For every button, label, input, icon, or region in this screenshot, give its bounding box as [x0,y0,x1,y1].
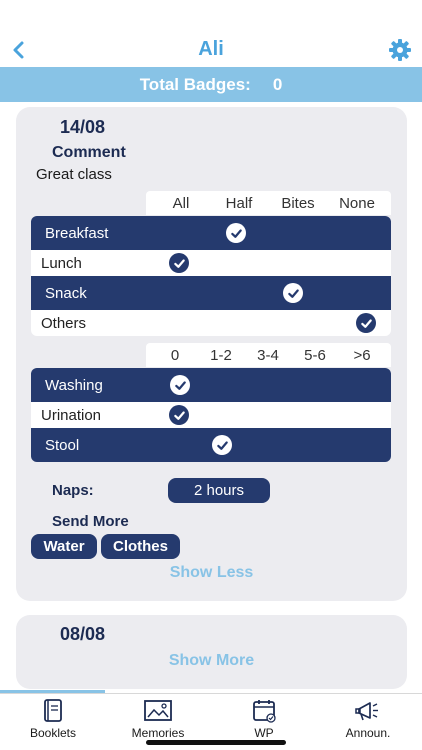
booklet-icon [44,699,62,722]
hygiene-row-label: Urination [41,406,102,424]
check-icon [356,313,376,333]
meal-row-label: Breakfast [45,224,109,242]
check-icon [226,223,246,243]
total-badges-bar: Total Badges: 0 [0,67,422,102]
meal-row-label: Lunch [41,254,82,272]
tab-label: Announ. [345,726,391,740]
total-badges-label: Total Badges: [139,74,251,94]
page-title: Ali [198,38,224,60]
tab-memories[interactable]: Memories [113,698,203,740]
send-more-clothes-chip: Clothes [101,534,180,559]
check-icon [169,405,189,425]
navbar: Ali [0,0,422,67]
check-icon [170,375,190,395]
meals-header: All Half Bites None [146,191,391,215]
meals-table: Breakfast Lunch Snack Others [31,216,391,336]
hygiene-col-gt6: >6 [353,347,371,364]
show-more-link[interactable]: Show More [16,652,407,670]
meal-row-label: Others [41,314,87,332]
home-indicator [146,740,286,745]
tab-booklets[interactable]: Booklets [8,698,98,740]
calendar-icon [253,700,276,723]
meals-col-all: All [172,195,190,212]
check-icon [283,283,303,303]
hygiene-table: Washing Urination Stool [31,368,391,462]
meals-col-bites: Bites [281,195,315,212]
meal-row-lunch[interactable]: Lunch [31,250,391,276]
comment-label: Comment [52,144,126,161]
tab-label: Memories [131,726,185,740]
hygiene-header: 0 1-2 3-4 5-6 >6 [146,343,391,367]
send-more-label: Send More [52,513,129,530]
entry-date: 08/08 [60,624,106,644]
tab-wp[interactable]: WP [219,698,309,740]
meals-col-none: None [339,195,375,212]
hygiene-row-washing[interactable]: Washing [31,368,391,402]
check-icon [212,435,232,455]
tab-label: WP [254,726,274,740]
meal-row-others[interactable]: Others [31,310,391,336]
hygiene-row-label: Washing [45,376,103,394]
hygiene-row-stool[interactable]: Stool [31,428,391,462]
photo-icon [144,700,172,721]
megaphone-icon [355,702,378,721]
naps-value: 2 hours [168,478,270,503]
hygiene-row-label: Stool [45,436,80,454]
naps-label: Naps: [52,482,94,499]
gear-icon [389,39,411,61]
entry-date: 14/08 [60,117,106,137]
entry-card: 14/08 Comment Great class All Half Bites… [16,107,407,601]
show-less-link[interactable]: Show Less [16,564,407,582]
comment-text: Great class [36,166,112,183]
send-more-water-chip: Water [31,534,97,559]
meal-row-label: Snack [45,284,87,302]
entry-card: 08/08 Show More [16,615,407,689]
total-badges-count: 0 [272,74,283,94]
meal-row-snack[interactable]: Snack [31,276,391,310]
hygiene-row-urination[interactable]: Urination [31,402,391,428]
hygiene-col-0: 0 [170,347,180,364]
settings-button[interactable] [388,38,412,62]
meal-row-breakfast[interactable]: Breakfast [31,216,391,250]
hygiene-col-3-4: 3-4 [257,347,279,364]
tab-announcements[interactable]: Announ. [323,698,413,740]
tab-label: Booklets [29,726,77,740]
hygiene-col-5-6: 5-6 [304,347,326,364]
hygiene-col-1-2: 1-2 [210,347,232,364]
check-icon [169,253,189,273]
meals-col-half: Half [225,195,253,212]
